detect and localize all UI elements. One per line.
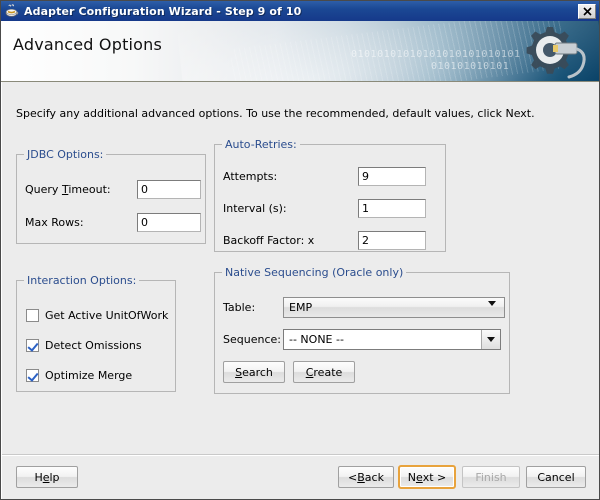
attempts-label: Attempts:: [223, 170, 278, 183]
content-area: Specify any additional advanced options.…: [1, 82, 599, 499]
checkbox-box[interactable]: [26, 369, 39, 382]
checkbox-box[interactable]: [26, 339, 39, 352]
query-timeout-input[interactable]: [137, 180, 201, 199]
checkbox-box[interactable]: [26, 309, 39, 322]
backoff-factor-input[interactable]: [358, 231, 426, 250]
backoff-factor-label: Backoff Factor: x: [223, 234, 315, 247]
table-combobox-value: EMP: [289, 301, 313, 314]
title-bar: Adapter Configuration Wizard - Step 9 of…: [1, 1, 599, 21]
checkbox-get-active-unitofwork[interactable]: Get Active UnitOfWork: [26, 309, 168, 322]
close-icon[interactable]: [578, 3, 596, 19]
chevron-down-icon[interactable]: [481, 330, 500, 349]
create-button[interactable]: Create: [293, 361, 355, 383]
java-cup-icon: [4, 3, 20, 19]
chevron-down-icon[interactable]: [488, 301, 496, 319]
cancel-button[interactable]: Cancel: [526, 466, 586, 488]
interval-input[interactable]: [358, 199, 426, 218]
interval-label: Interval (s):: [223, 202, 287, 215]
max-rows-label: Max Rows:: [25, 216, 84, 229]
button-bar-divider: [2, 455, 599, 456]
table-label: Table:: [223, 301, 256, 314]
checkbox-label: Detect Omissions: [45, 339, 142, 352]
query-timeout-label: Query Timeout:: [25, 183, 111, 196]
table-combobox[interactable]: EMP: [283, 297, 505, 319]
wizard-banner: 01010101010101010101010101 010101010101 …: [1, 21, 599, 82]
wizard-window: Adapter Configuration Wizard - Step 9 of…: [0, 0, 600, 500]
native-sequencing-legend: Native Sequencing (Oracle only): [222, 266, 407, 279]
back-button[interactable]: < Back: [338, 466, 394, 488]
native-sequencing-group: Native Sequencing (Oracle only) Table: E…: [214, 266, 510, 394]
max-rows-input[interactable]: [137, 213, 201, 232]
sequence-combobox[interactable]: -- NONE --: [283, 329, 501, 350]
window-title: Adapter Configuration Wizard - Step 9 of…: [24, 4, 302, 18]
finish-button: Finish: [462, 466, 520, 488]
search-button[interactable]: Search: [223, 361, 285, 383]
gear-plug-icon: [469, 23, 589, 81]
instruction-text: Specify any additional advanced options.…: [16, 107, 535, 120]
next-button[interactable]: Ne xt >: [398, 465, 456, 489]
jdbc-options-legend: JDBC Options:: [24, 148, 107, 161]
jdbc-options-group: JDBC Options: Query Timeout: Max Rows:: [16, 148, 206, 244]
auto-retries-legend: Auto-Retries:: [222, 138, 300, 151]
interaction-options-group: Interaction Options: Get Active UnitOfWo…: [16, 274, 176, 392]
checkbox-label: Optimize Merge: [45, 369, 133, 382]
checkbox-label: Get Active UnitOfWork: [45, 309, 169, 322]
attempts-input[interactable]: [358, 167, 426, 186]
checkbox-optimize-merge[interactable]: Optimize Merge: [26, 369, 132, 382]
sequence-label: Sequence:: [223, 333, 281, 346]
checkbox-detect-omissions[interactable]: Detect Omissions: [26, 339, 142, 352]
sequence-combobox-value: -- NONE --: [289, 333, 344, 346]
page-title: Advanced Options: [13, 35, 163, 54]
auto-retries-group: Auto-Retries: Attempts: Interval (s): Ba…: [214, 138, 446, 252]
interaction-options-legend: Interaction Options:: [24, 274, 140, 287]
dialog-button-bar: He lp < Back Ne xt > Finish Cancel: [2, 454, 599, 499]
help-button[interactable]: He lp: [16, 466, 78, 488]
